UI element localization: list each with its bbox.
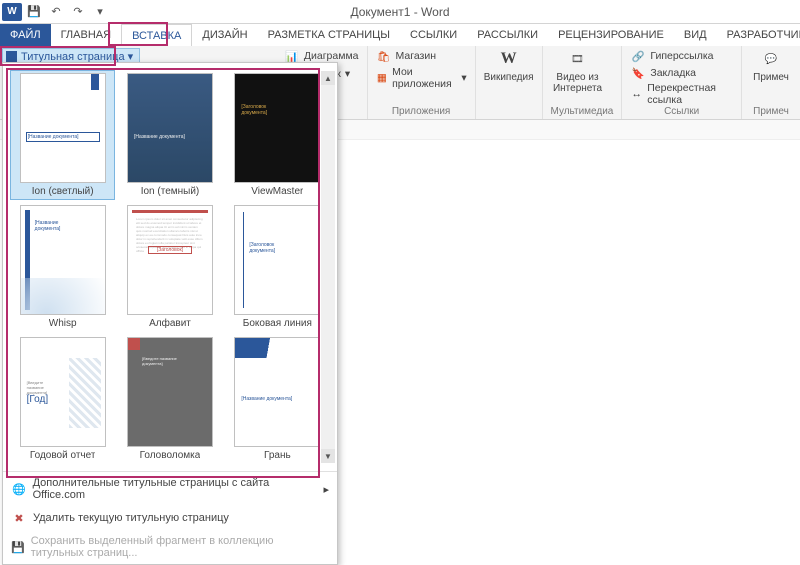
store-icon: 🛍 (376, 48, 392, 64)
hyperlink-button[interactable]: 🔗 Гиперссылка (630, 48, 713, 64)
document-title: Документ1 - Word (0, 5, 800, 19)
bookmark-button[interactable]: 🔖 Закладка (630, 65, 696, 81)
myapps-button[interactable]: ▦ Мои приложения▾ (376, 66, 467, 90)
comment-button[interactable]: 💬 Примеч (750, 48, 792, 83)
online-video-button[interactable]: 🎞 Видео из Интернета (551, 48, 605, 94)
group-note: Примеч (750, 106, 792, 119)
cover-thumb-edge[interactable]: [Название документа] Грань (226, 335, 329, 463)
cover-thumb-alphabet[interactable]: Lorem ipsum dolor sit amet consectetur a… (118, 203, 221, 331)
word-icon: W (2, 3, 22, 21)
video-icon: 🎞 (567, 48, 589, 70)
tab-review[interactable]: РЕЦЕНЗИРОВАНИЕ (548, 24, 674, 46)
tab-references[interactable]: ССЫЛКИ (400, 24, 467, 46)
qat-customize[interactable]: ▾ (90, 3, 110, 21)
cover-page-gallery: [Название документа] Ion (светлый) [Назв… (2, 62, 338, 565)
remove-icon: ✖ (11, 511, 27, 525)
scroll-down-icon[interactable]: ▼ (321, 449, 335, 463)
qat-undo[interactable]: ↶ (46, 3, 66, 21)
tab-design[interactable]: ДИЗАЙН (192, 24, 257, 46)
tab-developer[interactable]: РАЗРАБОТЧИК (717, 24, 800, 46)
crossref-button[interactable]: ↔ Перекрестная ссылка (630, 82, 733, 106)
cover-thumb-viewmaster[interactable]: [Заголовокдокумента] ViewMaster (226, 71, 329, 199)
store-button[interactable]: 🛍 Магазин (376, 48, 437, 64)
cover-thumb-annual[interactable]: [Введитеназваниедокумента][Год] Годовой … (11, 335, 114, 463)
cover-thumb-whisp[interactable]: [Названиедокумента] Whisp (11, 203, 114, 331)
group-media: Мультимедиа (551, 106, 614, 119)
gallery-scrollbar[interactable]: ▲ ▼ (321, 71, 335, 463)
wikipedia-button[interactable]: W Википедия (484, 48, 534, 83)
office-icon: 🌐 (11, 482, 27, 496)
group-links: Ссылки (630, 106, 733, 119)
cover-thumb-sideline[interactable]: [Заголовокдокумента] Боковая линия (226, 203, 329, 331)
tab-file[interactable]: ФАЙЛ (0, 24, 51, 46)
gallery-save-selection: 💾 Сохранить выделенный фрагмент в коллек… (3, 530, 337, 564)
tab-view[interactable]: ВИД (674, 24, 717, 46)
group-apps: Приложения (376, 106, 467, 119)
cover-thumb-ion-light[interactable]: [Название документа] Ion (светлый) (11, 71, 114, 199)
apps-icon: ▦ (376, 70, 389, 86)
tab-mailings[interactable]: РАССЫЛКИ (467, 24, 548, 46)
save-selection-icon: 💾 (11, 540, 25, 554)
tab-layout[interactable]: РАЗМЕТКА СТРАНИЦЫ (258, 24, 400, 46)
wikipedia-icon: W (498, 48, 520, 70)
tab-insert[interactable]: ВСТАВКА (121, 24, 192, 47)
cover-thumb-puzzle[interactable]: [Введите названиедокумента] Головоломка (118, 335, 221, 463)
bookmark-icon: 🔖 (630, 65, 646, 81)
comment-icon: 💬 (760, 48, 782, 70)
tab-home[interactable]: ГЛАВНАЯ (51, 24, 121, 46)
hyperlink-icon: 🔗 (630, 48, 646, 64)
qat-redo[interactable]: ↷ (68, 3, 88, 21)
gallery-remove-cover[interactable]: ✖ Удалить текущую титульную страницу (3, 506, 337, 530)
cover-thumb-ion-dark[interactable]: [Название документа] Ion (темный) (118, 71, 221, 199)
qat-save[interactable]: 💾 (24, 3, 44, 21)
crossref-icon: ↔ (630, 86, 643, 102)
gallery-more-office[interactable]: 🌐 Дополнительные титульные страницы с са… (3, 472, 337, 506)
ribbon-tabs: ФАЙЛ ГЛАВНАЯ ВСТАВКА ДИЗАЙН РАЗМЕТКА СТР… (0, 24, 800, 46)
scroll-up-icon[interactable]: ▲ (321, 71, 335, 85)
